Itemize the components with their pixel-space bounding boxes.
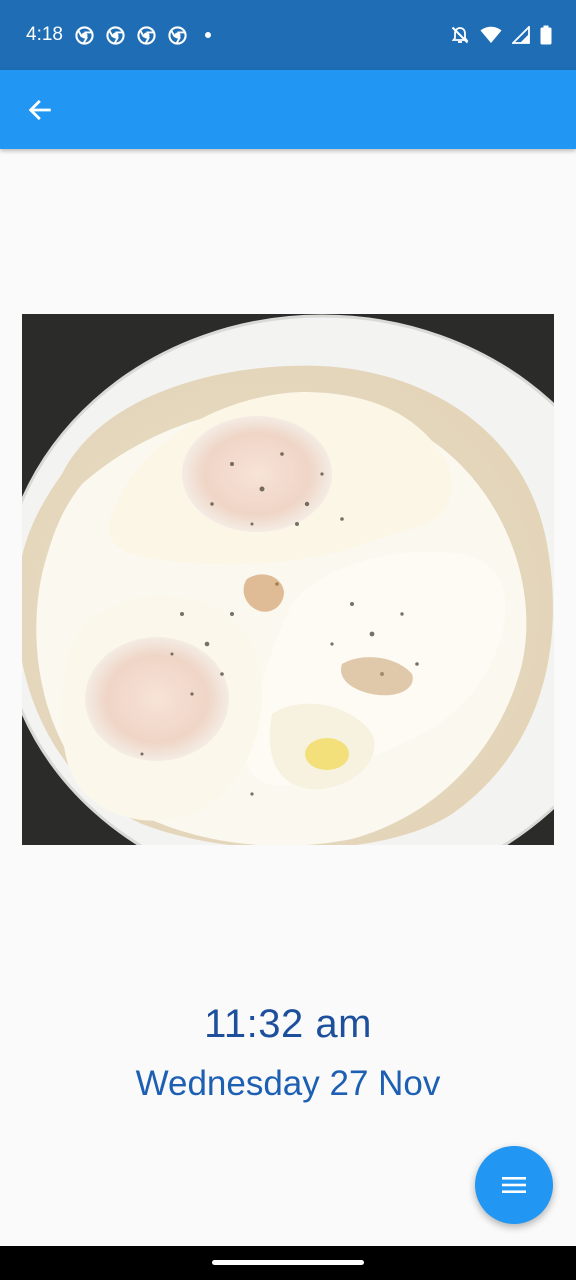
chrome-icon [137,25,156,45]
menu-fab-button[interactable] [475,1146,553,1224]
home-gesture-handle[interactable] [212,1260,364,1265]
chrome-icon [168,25,187,45]
egg-yolk-1 [182,416,332,532]
wifi-icon [480,26,502,43]
chrome-icon [75,25,94,45]
egg-yolk-3 [85,637,229,761]
entry-time: 11:32 am [204,1002,372,1046]
back-button[interactable] [24,94,56,126]
arrow-left-icon [28,99,51,120]
bell-off-icon [451,26,469,44]
chrome-icon [106,25,125,45]
status-time: 4:18 [26,24,63,45]
status-bar: 4:18 [0,0,576,70]
app-bar [0,70,576,149]
more-notifications-dot [204,32,211,38]
status-icons [450,25,552,45]
menu-icon [502,1177,526,1193]
battery-icon [540,25,552,45]
entry-date: Wednesday 27 Nov [135,1064,441,1103]
system-nav-bar [0,1246,576,1280]
food-photo [22,314,554,845]
signal-icon [512,26,530,44]
